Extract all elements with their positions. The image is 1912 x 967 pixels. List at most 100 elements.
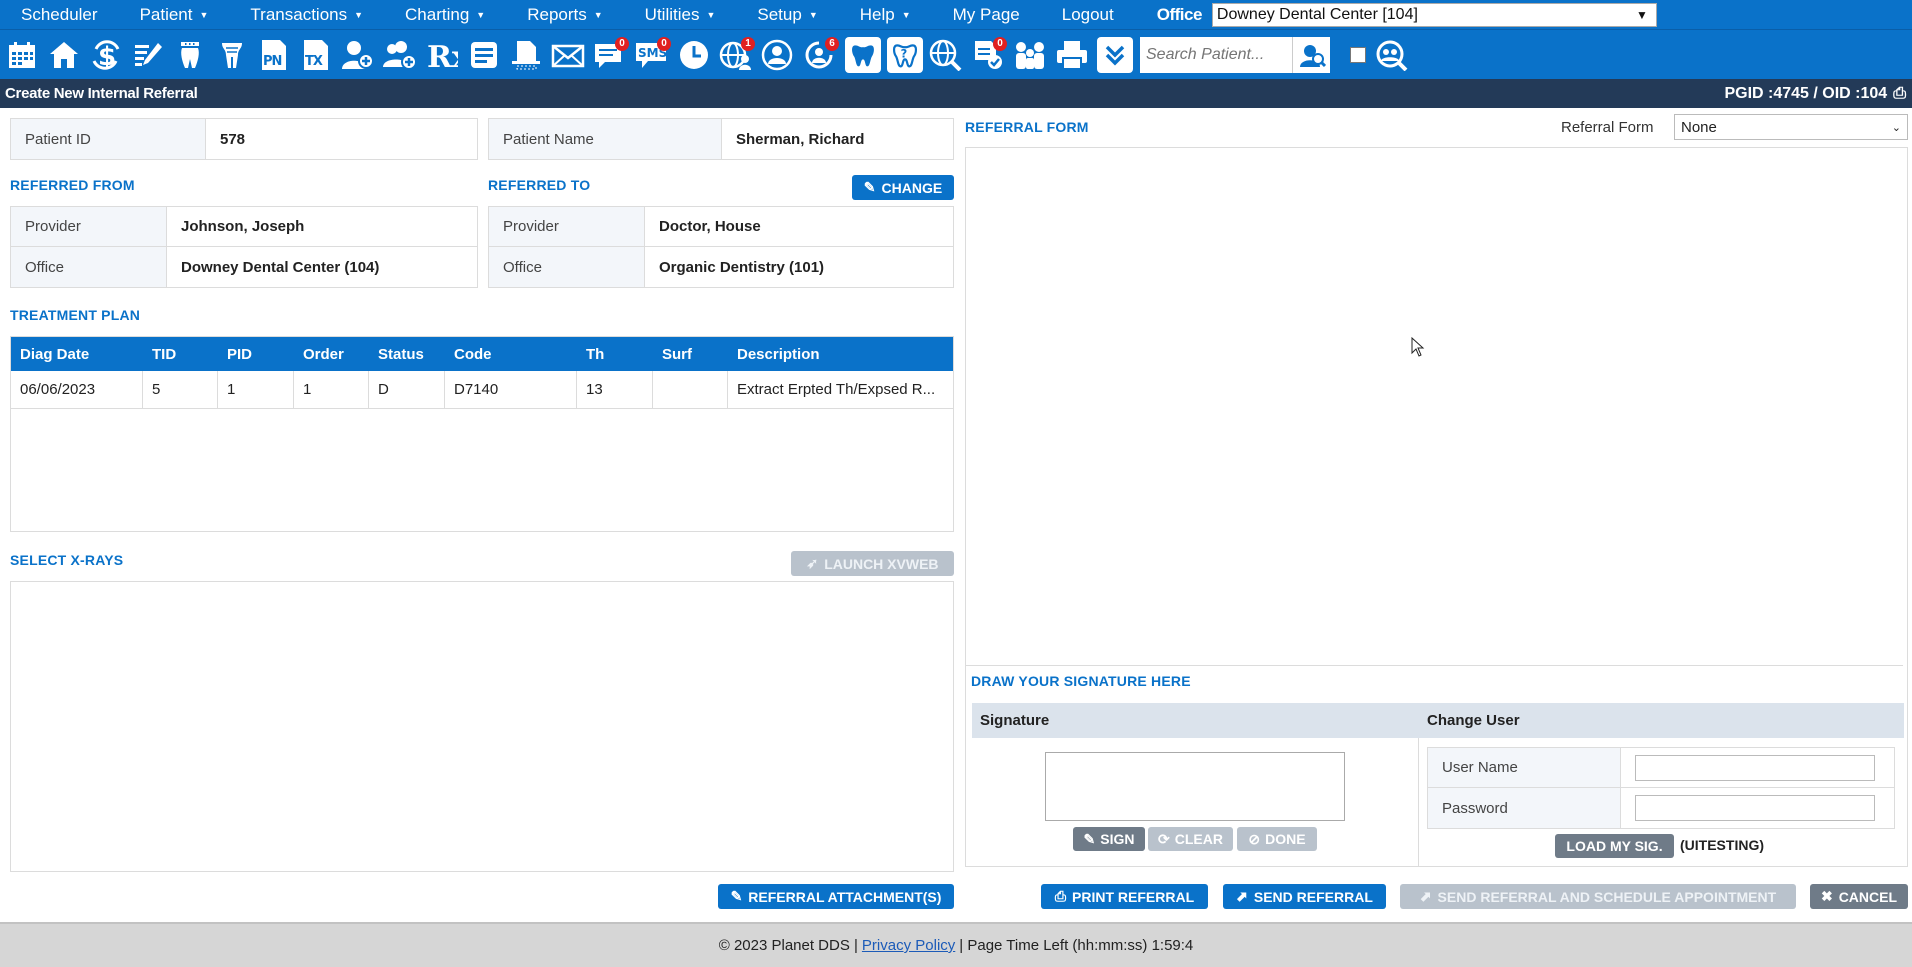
patient-search-input[interactable]	[1140, 36, 1292, 73]
referred-to-provider-label: Provider	[489, 207, 645, 246]
menu-utilities[interactable]: Utilities ▼	[624, 0, 737, 30]
patient-search-button[interactable]	[1292, 36, 1330, 73]
menu-transactions[interactable]: Transactions ▼	[229, 0, 384, 30]
change-referral-button[interactable]: ✎ CHANGE	[852, 175, 954, 200]
menu-reports[interactable]: Reports ▼	[506, 0, 623, 30]
cell-code: D7140	[445, 371, 577, 408]
username-input[interactable]	[1635, 754, 1875, 781]
edit-list-icon[interactable]	[128, 35, 168, 75]
web-users-icon[interactable]	[758, 35, 798, 75]
people-search-icon[interactable]	[1372, 35, 1412, 75]
rocket-icon: ➶	[806, 555, 819, 571]
checklist-icon[interactable]: 0	[968, 35, 1008, 75]
done-label: DONE	[1265, 831, 1306, 847]
referral-form-select-label: Referral Form	[1561, 119, 1654, 136]
menu-label: Transactions	[250, 4, 348, 24]
messages-icon[interactable]: 0	[590, 35, 630, 75]
menu-help[interactable]: Help ▼	[839, 0, 932, 30]
print-icon[interactable]: ⎙	[1893, 85, 1906, 103]
caret-down-icon: ▼	[808, 9, 818, 20]
mail-icon[interactable]	[548, 35, 588, 75]
menu-charting[interactable]: Charting ▼	[384, 0, 506, 30]
column-header: Code	[454, 345, 492, 363]
menu-scheduler[interactable]: Scheduler	[0, 0, 119, 30]
globe-user-icon[interactable]: 1	[716, 35, 756, 75]
page-ids: PGID :4745 / OID :104 ⎙	[1724, 85, 1906, 103]
username-row: User Name	[1428, 748, 1894, 788]
print-referral-button[interactable]: ⎙ PRINT REFERRAL	[1041, 884, 1208, 909]
referral-form-select[interactable]: None ⌄	[1674, 114, 1908, 140]
dollar-icon[interactable]: $	[86, 35, 126, 75]
tooth-question-icon[interactable]: ?	[887, 36, 923, 73]
pn-text: PN	[263, 54, 282, 69]
username-label: User Name	[1428, 748, 1621, 787]
top-menu-bar: Scheduler Patient ▼ Transactions ▼ Chartin…	[0, 0, 1912, 30]
menu-my-page[interactable]: My Page	[932, 0, 1041, 30]
check-circle-icon: ⊘	[1248, 830, 1261, 847]
privacy-policy-link[interactable]: Privacy Policy	[862, 937, 955, 954]
page-title-bar: Create New Internal Referral PGID :4745 …	[0, 79, 1912, 108]
select-xrays-title: SELECT X-RAYS	[10, 552, 124, 568]
caret-down-icon: ▼	[706, 9, 716, 20]
table-row[interactable]: 06/06/2023 5 1 1 D D7140 13 Extract Erpt…	[11, 371, 953, 409]
rx-text: Rx	[427, 40, 458, 71]
launch-xvweb-button[interactable]: ➶ LAUNCH XVWEB	[791, 551, 954, 576]
menu-setup[interactable]: Setup ▼	[736, 0, 838, 30]
scan-document-icon[interactable]	[506, 35, 546, 75]
referral-attachments-button[interactable]: ✎ REFERRAL ATTACHMENT(S)	[718, 884, 954, 909]
add-patient-icon[interactable]	[338, 35, 378, 75]
sign-button[interactable]: ✎ SIGN	[1073, 827, 1145, 851]
toolbar-checkbox[interactable]	[1350, 46, 1366, 63]
treatment-icon[interactable]: TX	[296, 35, 336, 75]
send-and-schedule-button[interactable]: ⬈ SEND REFERRAL AND SCHEDULE APPOINTMENT	[1400, 884, 1796, 909]
menu-logout[interactable]: Logout	[1041, 0, 1135, 30]
edit-icon: ✎	[730, 888, 743, 904]
send-referral-button[interactable]: ⬈ SEND REFERRAL	[1223, 884, 1386, 909]
clear-signature-button[interactable]: ⟳ CLEAR	[1148, 827, 1233, 851]
progress-notes-icon[interactable]: PN	[254, 35, 294, 75]
signature-pad[interactable]	[1045, 752, 1345, 821]
cell-tooth: 13	[577, 371, 653, 408]
family-icon[interactable]	[1010, 35, 1050, 75]
load-my-signature-button[interactable]: LOAD MY SIG.	[1555, 834, 1674, 858]
xrays-panel[interactable]	[10, 581, 954, 872]
tooth-icon[interactable]	[845, 36, 881, 73]
password-label: Password	[1428, 788, 1621, 828]
patient-id-value: 578	[220, 130, 246, 148]
caret-down-icon: ▼	[1636, 7, 1648, 22]
menu-label: Patient	[139, 4, 193, 24]
home-icon[interactable]	[44, 35, 84, 75]
clock-icon[interactable]	[674, 35, 714, 75]
referred-to-table: Provider Doctor, House Office Organic De…	[488, 206, 954, 288]
menu-label: Setup	[757, 4, 802, 24]
office-select[interactable]: Downey Dental Center [104] ▼	[1211, 2, 1657, 27]
prescription-icon[interactable]: Rx	[422, 35, 462, 75]
web-search-icon[interactable]	[926, 35, 966, 75]
printer-icon[interactable]	[1052, 35, 1092, 75]
done-signature-button[interactable]: ⊘ DONE	[1237, 827, 1317, 851]
menu-label: My Page	[952, 4, 1020, 24]
menu-patient[interactable]: Patient ▼	[119, 0, 230, 30]
referred-from-office-row: Office Downey Dental Center (104)	[11, 247, 477, 287]
implant-icon[interactable]	[212, 35, 252, 75]
sms-icon[interactable]: SMS 0	[632, 35, 672, 75]
password-input[interactable]	[1635, 795, 1875, 821]
recall-icon[interactable]: 6	[800, 35, 840, 75]
send-referral-label: SEND REFERRAL	[1253, 888, 1373, 905]
add-family-icon[interactable]	[380, 35, 420, 75]
column-header: Diag Date	[20, 345, 90, 363]
referred-to-provider-value: Doctor, House	[659, 218, 761, 235]
copyright-text: © 2023 Planet DDS |	[718, 937, 858, 954]
notes-icon[interactable]	[464, 35, 504, 75]
send-icon: ⬈	[1236, 888, 1248, 904]
referred-from-office-label: Office	[11, 247, 167, 287]
menu-label: Help	[859, 4, 895, 24]
cell-order: 1	[294, 371, 369, 408]
referral-form-preview[interactable]	[966, 148, 1903, 666]
calendar-icon[interactable]	[2, 35, 42, 75]
chevron-down-icon: ⌄	[1891, 121, 1901, 134]
tooth-chart-icon[interactable]	[170, 35, 210, 75]
chevrons-down-icon[interactable]	[1097, 36, 1133, 73]
recall-badge: 6	[825, 36, 839, 51]
cancel-button[interactable]: ✖ CANCEL	[1810, 884, 1908, 909]
